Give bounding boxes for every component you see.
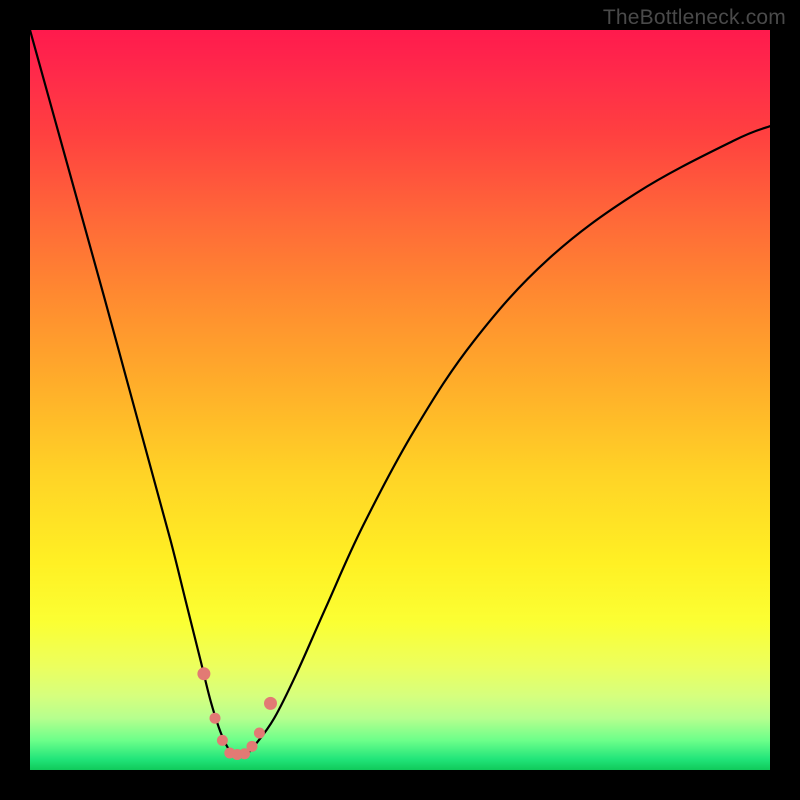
- plot-area: [30, 30, 770, 770]
- curve-layer: [30, 30, 770, 770]
- bottleneck-curve: [30, 30, 770, 757]
- chart-frame: TheBottleneck.com: [0, 0, 800, 800]
- attribution-label: TheBottleneck.com: [603, 6, 786, 30]
- trough-marker: [254, 728, 265, 739]
- trough-marker: [197, 667, 210, 680]
- trough-marker: [210, 713, 221, 724]
- trough-markers: [197, 667, 277, 760]
- trough-marker: [217, 735, 228, 746]
- trough-marker: [247, 741, 258, 752]
- trough-marker: [264, 697, 277, 710]
